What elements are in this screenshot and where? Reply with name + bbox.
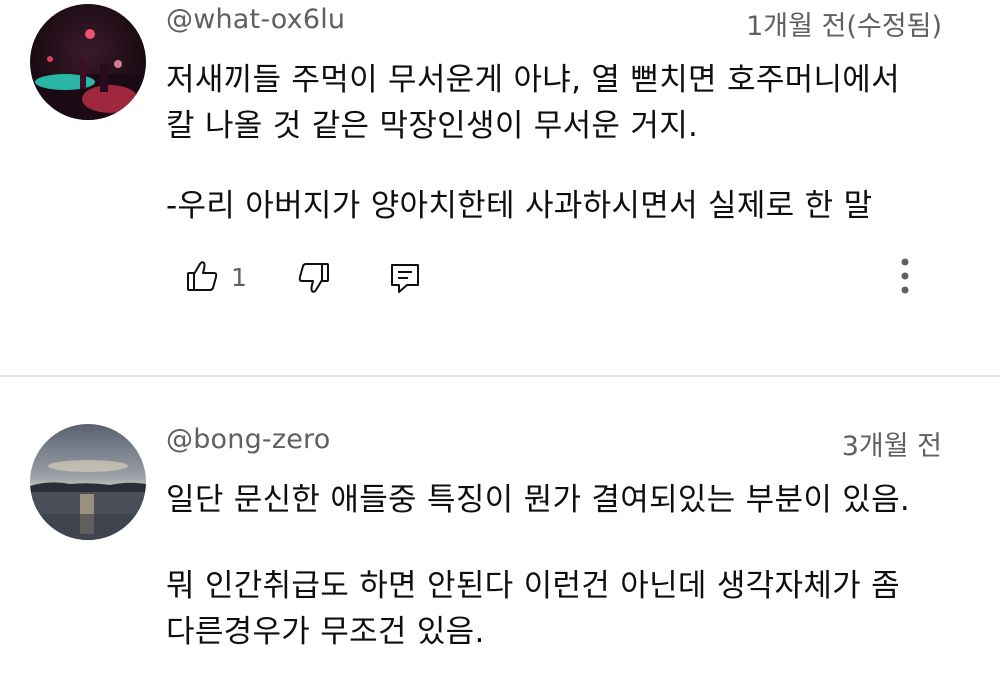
comment-text-line: 일단 문신한 애들중 특징이 뭔가 결여되있는 부분이 있음. xyxy=(166,482,911,518)
like-count: 1 xyxy=(231,263,247,292)
comment-text-line: 저새끼들 주먹이 무서운게 아냐, 열 뻗치면 호주머니에서 xyxy=(166,62,900,98)
comment-timestamp: 3개월 전 xyxy=(841,431,942,462)
comment-text-line: 다른경우가 무조건 있음. xyxy=(166,614,485,650)
comment-text-line: 칼 나올 것 같은 막장인생이 무서운 거지. xyxy=(166,108,699,144)
comment-author[interactable]: @bong-zero xyxy=(166,424,330,455)
reply-icon[interactable] xyxy=(387,260,423,296)
comment-author[interactable]: @what-ox6lu xyxy=(166,4,345,35)
more-vertical-icon[interactable] xyxy=(893,254,917,298)
thumbs-down-icon[interactable] xyxy=(295,260,331,296)
thumbs-up-icon[interactable] xyxy=(185,258,221,294)
avatar-image xyxy=(30,4,146,120)
avatar[interactable] xyxy=(30,4,146,120)
comment-text-line: -우리 아버지가 양아치한테 사과하시면서 실제로 한 말 xyxy=(166,188,873,224)
comment-divider xyxy=(0,375,1000,377)
comment-text-line: 뭐 인간취급도 하면 안된다 이런건 아닌데 생각자체가 좀 xyxy=(166,568,900,604)
avatar[interactable] xyxy=(30,424,146,540)
comment-actions: 1 xyxy=(0,252,1000,302)
comment-timestamp: 1개월 전(수정됨) xyxy=(746,11,942,42)
avatar-image xyxy=(30,424,146,540)
